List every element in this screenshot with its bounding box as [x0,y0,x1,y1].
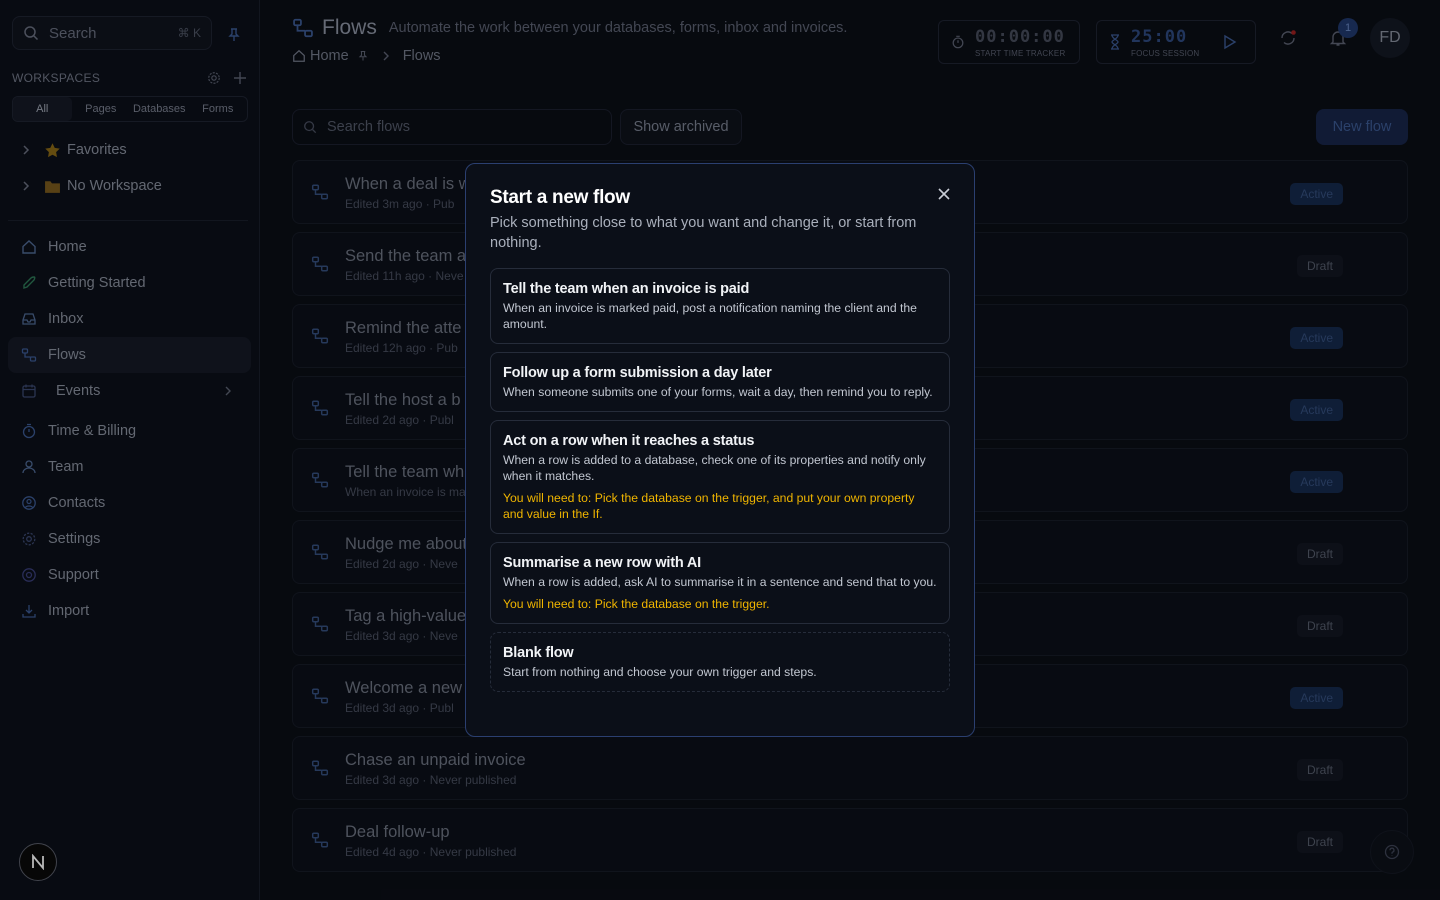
dialog-title: Start a new flow [490,187,630,208]
template-description: When a row is added to a database, check… [503,453,926,483]
template-title: Act on a row when it reaches a status [503,433,755,449]
template-list: Tell the team when an invoice is paid Whe… [490,268,950,700]
template-description: When an invoice is marked paid, post a n… [503,301,917,331]
template-description: When a row is added, ask AI to summarise… [503,575,937,589]
app-root: Search ⌘ K WORKSPACES All Pages Database… [0,0,1440,900]
template-card[interactable]: Follow up a form submission a day later W… [490,352,950,412]
template-description: Start from nothing and choose your own t… [503,665,817,679]
template-requirement-note: You will need to: Pick the database on t… [503,597,770,611]
template-title: Summarise a new row with AI [503,555,701,571]
close-button[interactable] [934,184,954,204]
dialog-description: Pick something close to what you want an… [490,215,917,251]
template-card[interactable]: Tell the team when an invoice is paid Whe… [490,268,950,344]
template-card-blank[interactable]: Blank flow Start from nothing and choose … [490,632,950,692]
template-description: When someone submits one of your forms, … [503,385,933,399]
template-card[interactable]: Summarise a new row with AI When a row is… [490,542,950,624]
template-requirement-note: You will need to: Pick the database on t… [503,491,915,521]
template-title: Follow up a form submission a day later [503,365,772,381]
close-icon [938,188,950,200]
template-title: Tell the team when an invoice is paid [503,281,750,297]
start-new-flow-dialog: Start a new flow Pick something close to… [465,163,975,737]
template-title: Blank flow [503,645,574,661]
template-card[interactable]: Act on a row when it reaches a status Whe… [490,420,950,534]
